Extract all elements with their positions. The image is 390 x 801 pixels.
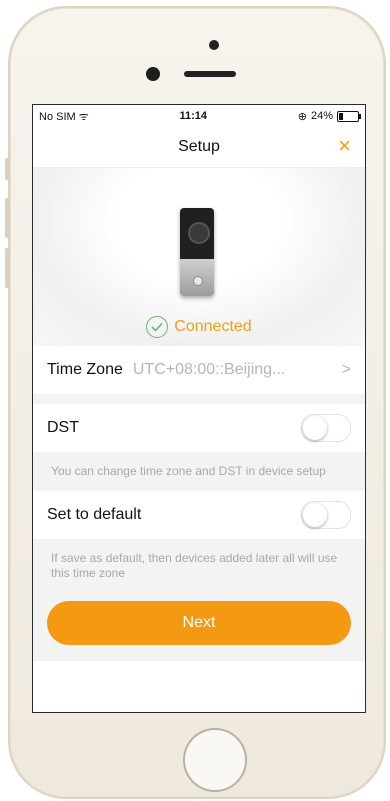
page-title: Setup: [178, 138, 220, 155]
default-label: Set to default: [47, 506, 142, 523]
earpiece-speaker: [184, 71, 236, 77]
dst-row: DST: [33, 404, 365, 452]
carrier-label: No SIM ᯤ: [39, 110, 89, 123]
nav-bar: Setup ×: [33, 127, 365, 168]
time-zone-row[interactable]: Time Zone UTC+08:00::Beijing... >: [33, 346, 365, 394]
battery-percent: 24%: [310, 110, 333, 122]
camera-lens: [188, 222, 210, 244]
dst-label: DST: [47, 419, 79, 436]
front-camera: [146, 67, 160, 81]
check-circle-icon: [146, 316, 169, 338]
clock: 11:14: [179, 110, 208, 122]
wifi-icon: ᯤ: [78, 110, 89, 123]
time-zone-label: Time Zone: [47, 361, 123, 378]
default-row: Set to default: [33, 491, 365, 539]
section-divider: [33, 394, 365, 404]
doorbell-device-image: [180, 208, 214, 296]
chevron-right-icon: >: [341, 361, 351, 378]
mute-switch: [5, 158, 10, 180]
dst-toggle[interactable]: [301, 414, 351, 442]
next-button[interactable]: Next: [47, 601, 351, 645]
rotation-lock-icon: ⊕: [297, 110, 307, 123]
connection-status: Connected: [33, 316, 365, 338]
volume-up-button: [5, 198, 10, 238]
home-button[interactable]: [183, 728, 247, 792]
connected-label: Connected: [174, 318, 252, 335]
battery-icon: [336, 110, 361, 122]
status-right: ⊕ 24%: [297, 110, 361, 123]
default-note: If save as default, then devices added l…: [33, 539, 365, 593]
status-bar: No SIM ᯤ 11:14 ⊕ 24%: [33, 105, 365, 127]
close-icon[interactable]: ×: [338, 135, 351, 157]
volume-down-button: [5, 248, 10, 288]
default-toggle[interactable]: [301, 501, 351, 529]
device-hero: Connected: [33, 168, 365, 346]
app-screen: No SIM ᯤ 11:14 ⊕ 24% Setup × Connected T…: [32, 104, 366, 713]
time-zone-value: UTC+08:00::Beijing...: [132, 361, 286, 378]
doorbell-button: [193, 276, 203, 286]
dst-note: You can change time zone and DST in devi…: [33, 452, 365, 491]
action-area: Next: [33, 593, 365, 661]
proximity-sensor: [209, 40, 219, 50]
